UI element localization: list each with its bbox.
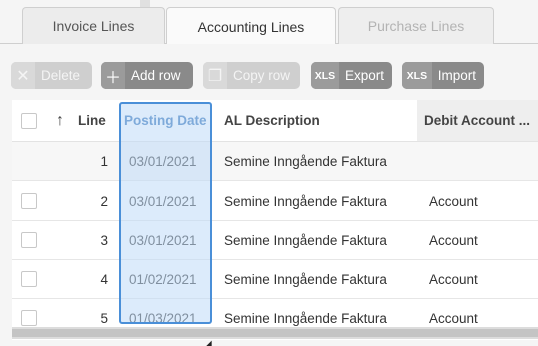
table-row[interactable]: 3 03/01/2021 Semine Inngående Faktura Ac… bbox=[12, 221, 538, 260]
tab-accounting-lines[interactable]: Accounting Lines bbox=[166, 7, 336, 45]
row-checkbox[interactable] bbox=[21, 193, 37, 209]
select-all-checkbox-cell bbox=[21, 100, 37, 141]
debit-account-cell[interactable]: Account bbox=[429, 182, 478, 220]
description-cell[interactable]: Semine Inngående Faktura bbox=[224, 221, 387, 259]
grid-header: ↑ Line Posting Date AL Description Debit… bbox=[12, 100, 538, 142]
description-cell[interactable]: Semine Inngående Faktura bbox=[224, 142, 387, 180]
grid-toolbar: ✕ Delete ＋ Add row ❐ Copy row XLS Export… bbox=[0, 44, 538, 100]
import-button-label: Import bbox=[437, 68, 476, 83]
column-header-posting-date[interactable]: Posting Date bbox=[124, 100, 207, 141]
export-button[interactable]: XLS Export bbox=[311, 62, 392, 89]
column-header-debit-account[interactable]: Debit Account ... bbox=[417, 100, 538, 141]
select-all-checkbox[interactable] bbox=[21, 112, 37, 129]
row-checkbox[interactable] bbox=[21, 271, 37, 287]
add-row-button[interactable]: ＋ Add row bbox=[101, 62, 193, 89]
horizontal-scrollbar[interactable] bbox=[12, 327, 538, 339]
delete-button[interactable]: ✕ Delete bbox=[11, 62, 92, 89]
add-row-button-label: Add row bbox=[131, 68, 181, 83]
description-cell[interactable]: Semine Inngående Faktura bbox=[224, 182, 387, 220]
debit-account-cell[interactable]: Account bbox=[429, 260, 478, 298]
table-row[interactable]: 2 03/01/2021 Semine Inngående Faktura Ac… bbox=[12, 182, 538, 221]
posting-date-cell[interactable]: 03/01/2021 bbox=[129, 182, 197, 220]
table-row[interactable]: 1 03/01/2021 Semine Inngående Faktura bbox=[12, 142, 538, 181]
posting-date-cell[interactable]: 03/01/2021 bbox=[129, 221, 197, 259]
line-cell: 1 bbox=[100, 153, 108, 169]
accounting-lines-panel: Invoice Lines Accounting Lines Purchase … bbox=[0, 0, 538, 346]
xls-icon: XLS bbox=[311, 62, 339, 89]
export-button-label: Export bbox=[344, 68, 384, 83]
table-row[interactable]: 4 01/02/2021 Semine Inngående Faktura Ac… bbox=[12, 260, 538, 299]
copy-icon: ❐ bbox=[203, 62, 227, 89]
delete-button-label: Delete bbox=[41, 68, 81, 83]
line-cell: 2 bbox=[100, 193, 108, 209]
description-cell[interactable]: Semine Inngående Faktura bbox=[224, 260, 387, 298]
line-cell: 3 bbox=[100, 232, 108, 248]
row-checkbox-cell bbox=[21, 182, 37, 220]
posting-date-cell[interactable]: 03/01/2021 bbox=[129, 142, 197, 180]
row-checkbox-cell bbox=[21, 221, 37, 259]
tab-bar-left-stub bbox=[0, 0, 14, 44]
tab-purchase-lines[interactable]: Purchase Lines bbox=[338, 7, 494, 44]
scrollbar-thumb[interactable] bbox=[12, 329, 538, 337]
xls-icon: XLS bbox=[402, 62, 432, 89]
tab-bar: Invoice Lines Accounting Lines Purchase … bbox=[0, 0, 538, 45]
row-checkbox[interactable] bbox=[21, 232, 37, 248]
mouse-pointer-icon: ◢ bbox=[204, 339, 212, 346]
sort-ascending-icon[interactable]: ↑ bbox=[56, 100, 64, 141]
import-button[interactable]: XLS Import bbox=[402, 62, 484, 89]
column-header-description[interactable]: AL Description bbox=[224, 100, 320, 141]
posting-date-cell[interactable]: 01/02/2021 bbox=[129, 260, 197, 298]
line-cell: 4 bbox=[100, 271, 108, 287]
plus-icon: ＋ bbox=[101, 62, 125, 89]
debit-account-cell[interactable]: Account bbox=[429, 221, 478, 259]
column-header-line[interactable]: Line bbox=[78, 100, 106, 141]
copy-row-button-label: Copy row bbox=[233, 68, 291, 83]
close-icon: ✕ bbox=[11, 62, 35, 89]
copy-row-button[interactable]: ❐ Copy row bbox=[203, 62, 300, 89]
tab-invoice-lines[interactable]: Invoice Lines bbox=[22, 7, 165, 44]
row-checkbox-cell bbox=[21, 260, 37, 298]
accounting-lines-grid: ↑ Line Posting Date AL Description Debit… bbox=[12, 100, 538, 340]
row-checkbox[interactable] bbox=[21, 310, 37, 326]
